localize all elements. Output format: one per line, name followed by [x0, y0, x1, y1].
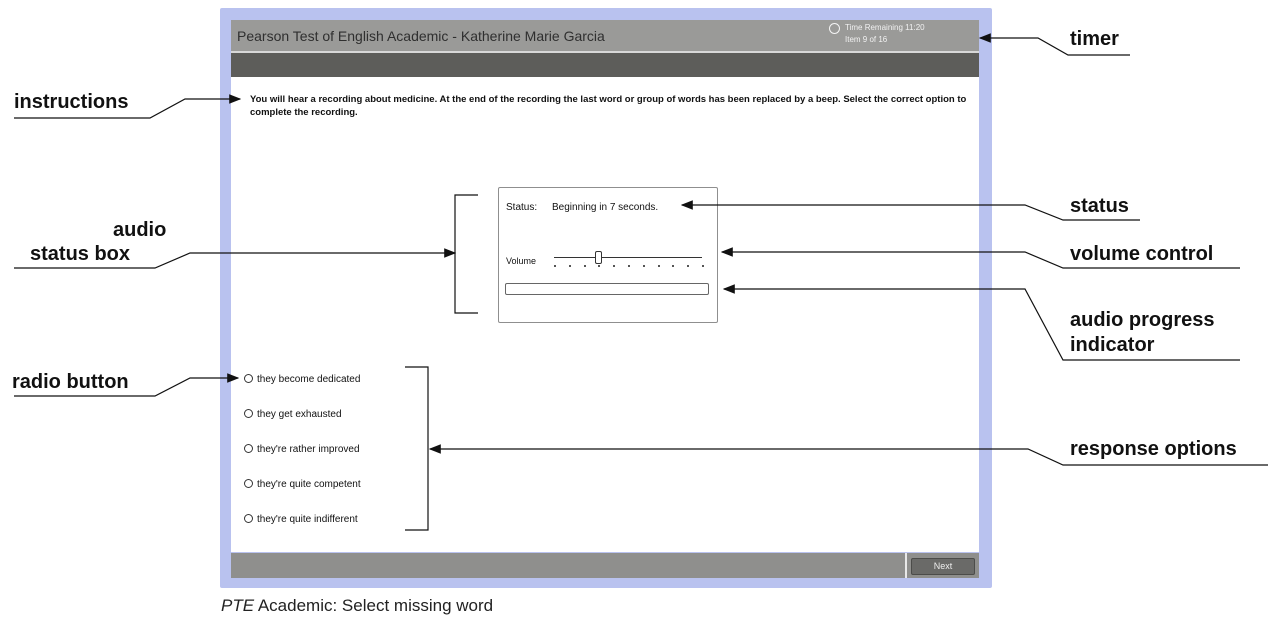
annotation-audio-status-box-line1: audio	[113, 219, 167, 241]
annotation-timer: timer	[1070, 28, 1119, 50]
annotation-progress-line2: indicator	[1070, 334, 1155, 356]
annotation-status: status	[1070, 195, 1129, 217]
annotation-volume-control: volume control	[1070, 243, 1214, 265]
annotation-progress-line1: audio progress	[1070, 309, 1215, 331]
annotation-audio-status-box-line2: status box	[30, 243, 131, 265]
annotation-radio-button: radio button	[12, 371, 129, 393]
annotation-instructions: instructions	[14, 91, 129, 113]
annotation-response-options: response options	[1070, 438, 1237, 460]
